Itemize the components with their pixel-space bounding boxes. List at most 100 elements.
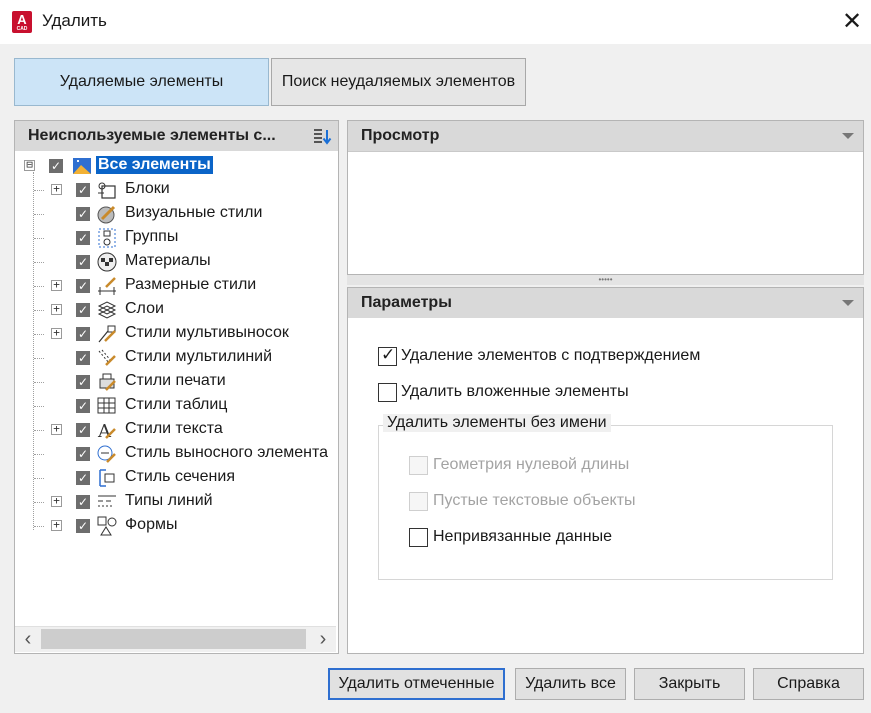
svg-text:A: A (97, 421, 112, 441)
root-checkbox[interactable]: ✓ (49, 159, 63, 173)
tree-item-checkbox[interactable]: ✓ (76, 375, 90, 389)
dimension-style-icon (96, 275, 118, 297)
tree-item-label: Стили мультивыносок (125, 324, 289, 341)
parameters-collapse-icon[interactable] (842, 300, 854, 306)
preview-header[interactable]: Просмотр (348, 121, 863, 152)
tree-item-label: Стили таблиц (125, 396, 228, 413)
expand-icon[interactable]: + (51, 327, 62, 339)
tab-purgeable-items[interactable]: Удаляемые элементы (14, 58, 269, 106)
tree-item-label: Стиль сечения (125, 468, 235, 485)
detail-view-style-icon (96, 443, 118, 465)
help-button[interactable]: Справка (753, 668, 864, 700)
close-button[interactable]: Закрыть (634, 668, 745, 700)
tree-connector-tick (34, 358, 44, 359)
expand-icon[interactable]: + (51, 279, 62, 291)
multileader-style-icon (96, 323, 118, 345)
block-icon (96, 179, 118, 201)
tree-item-checkbox[interactable]: ✓ (76, 255, 90, 269)
tree-connector-tick (34, 406, 44, 407)
multiline-style-icon (96, 347, 118, 369)
unused-items-title: Неиспользуемые элементы с... (28, 127, 276, 144)
title-bar: A CAD Удалить ✕ (0, 0, 871, 44)
tree-item-label: Размерные стили (125, 276, 257, 293)
tree-item-checkbox[interactable]: ✓ (76, 495, 90, 509)
unnamed-items-group-title: Удалить элементы без имени (383, 414, 611, 432)
all-items-icon (71, 155, 93, 177)
tree-horizontal-scrollbar[interactable]: ‹ › (15, 626, 336, 652)
expand-icon[interactable]: + (51, 495, 62, 507)
scroll-thumb[interactable] (41, 629, 306, 649)
checkmark-icon: ✓ (381, 345, 396, 364)
tree-connector-tick (34, 214, 44, 215)
tree-connector-tick (34, 334, 44, 335)
material-icon (96, 251, 118, 273)
tree-item-checkbox[interactable]: ✓ (76, 471, 90, 485)
orphaned-data-label[interactable]: Непривязанные данные (433, 528, 612, 546)
tree-item-checkbox[interactable]: ✓ (76, 423, 90, 437)
tree-item-checkbox[interactable]: ✓ (76, 303, 90, 317)
tree-connector-tick (34, 238, 44, 239)
close-icon[interactable]: ✕ (838, 6, 866, 38)
preview-panel: Просмотр (347, 120, 864, 275)
text-style-icon: A (96, 419, 118, 442)
preview-title: Просмотр (361, 127, 440, 144)
zero-length-geometry-checkbox[interactable] (409, 456, 428, 475)
tree-item-label: Визуальные стили (125, 204, 263, 221)
expand-icon[interactable]: + (51, 303, 62, 315)
tree-item-checkbox[interactable]: ✓ (76, 183, 90, 197)
empty-text-objects-label: Пустые текстовые объекты (433, 492, 636, 509)
tree-item-checkbox[interactable]: ✓ (76, 231, 90, 245)
orphaned-data-checkbox[interactable] (409, 528, 428, 547)
autocad-logo-icon: A CAD (12, 11, 32, 33)
tab-find-non-purgeable-items[interactable]: Поиск неудаляемых элементов (271, 58, 526, 106)
confirm-purge-checkbox[interactable]: ✓ (378, 345, 397, 366)
expand-icon[interactable]: + (51, 423, 62, 435)
tree-item-checkbox[interactable]: ✓ (76, 399, 90, 413)
tree-item-checkbox[interactable]: ✓ (76, 327, 90, 341)
tree-connector-tick (34, 526, 44, 527)
tree-connector-tick (34, 190, 44, 191)
tree-connector-tick (34, 262, 44, 263)
app-icon-sub: CAD (16, 26, 28, 32)
tree-item-label: Стили текста (125, 420, 223, 437)
tree-item-label: Стили печати (125, 372, 226, 389)
expand-icon[interactable]: + (51, 519, 62, 531)
panel-splitter[interactable]: ••••• (347, 275, 864, 285)
scroll-left-arrow[interactable]: ‹ (17, 628, 39, 650)
purge-checked-button[interactable]: Удалить отмеченные (328, 668, 505, 700)
purge-nested-checkbox[interactable] (378, 383, 397, 402)
tree-connector (33, 172, 34, 530)
linetype-icon (96, 491, 118, 513)
empty-text-objects-checkbox[interactable] (409, 492, 428, 511)
splitter-grip: ••••• (598, 275, 613, 284)
collapse-icon[interactable]: ⊟ (24, 159, 35, 171)
tree-item-label: Стили мультилиний (125, 348, 273, 365)
zero-length-geometry-label: Геометрия нулевой длины (433, 456, 630, 473)
scroll-right-arrow[interactable]: › (312, 628, 334, 650)
confirm-purge-label[interactable]: Удаление элементов с подтверждением (401, 347, 700, 365)
expand-icon[interactable]: + (51, 183, 62, 195)
tree-item-label: Типы линий (125, 492, 213, 509)
group-icon (96, 227, 118, 249)
tree-item-checkbox[interactable]: ✓ (76, 519, 90, 533)
tree-item-checkbox[interactable]: ✓ (76, 351, 90, 365)
tree-connector-tick (34, 454, 44, 455)
purge-nested-label[interactable]: Удалить вложенные элементы (401, 383, 629, 401)
preview-collapse-icon[interactable] (842, 133, 854, 139)
parameters-header[interactable]: Параметры (348, 288, 863, 318)
tree-connector-tick (34, 502, 44, 503)
sort-list-icon[interactable] (312, 127, 332, 147)
tree-item-checkbox[interactable]: ✓ (76, 207, 90, 221)
layer-icon (96, 299, 118, 321)
tree-item-checkbox[interactable]: ✓ (76, 447, 90, 461)
tree-item-label: Материалы (125, 252, 211, 269)
shape-icon (96, 515, 118, 537)
purge-all-button[interactable]: Удалить все (515, 668, 626, 700)
tree-connector-tick (34, 286, 44, 287)
tree-item-checkbox[interactable]: ✓ (76, 279, 90, 293)
window-title: Удалить (42, 11, 107, 30)
tree-root-label: Все элементы (96, 156, 213, 174)
plot-style-icon (96, 371, 118, 393)
unused-items-header: Неиспользуемые элементы с... (15, 121, 338, 151)
tree-connector-tick (34, 310, 44, 311)
